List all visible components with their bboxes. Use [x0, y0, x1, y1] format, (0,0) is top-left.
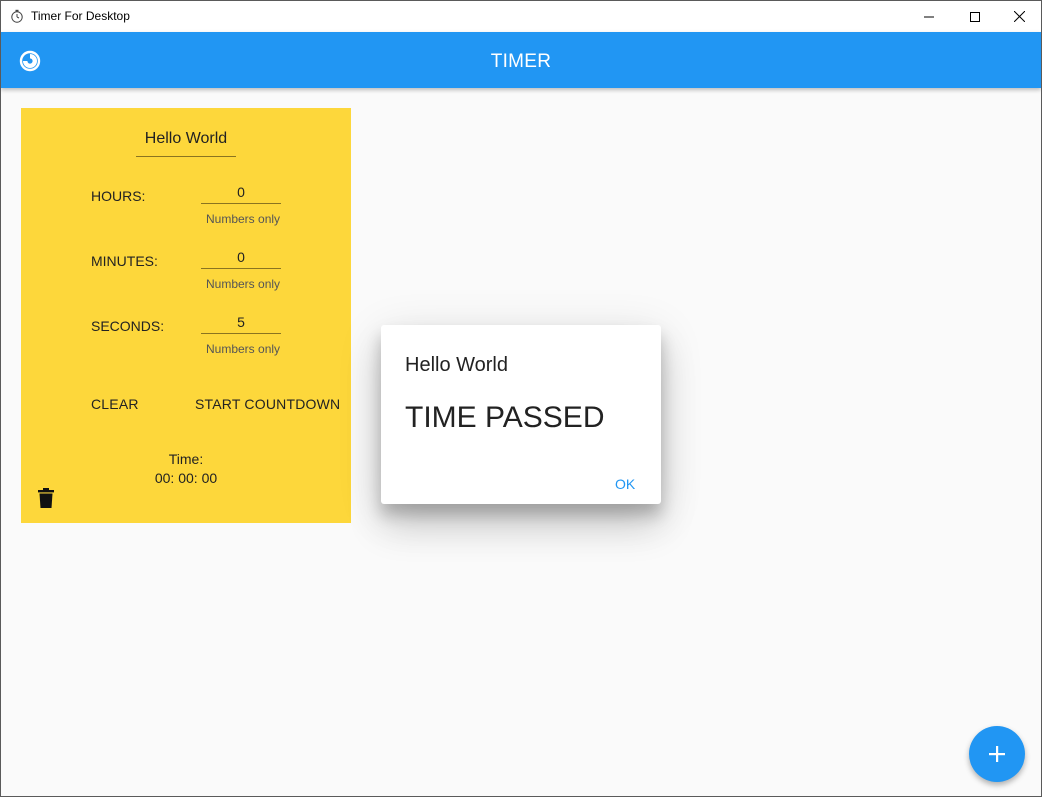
minimize-icon	[924, 16, 934, 17]
minimize-button[interactable]	[906, 1, 952, 32]
dialog-message: TIME PASSED	[405, 401, 605, 434]
window-titlebar[interactable]: Timer For Desktop	[1, 1, 1041, 32]
maximize-button[interactable]	[952, 1, 998, 32]
plus-icon	[989, 746, 1005, 762]
timer-name-field[interactable]: Hello World	[136, 128, 236, 157]
app-window: Timer For Desktop TIMER Hello World HOUR…	[0, 0, 1042, 797]
hours-helper-text: Numbers only	[206, 212, 281, 226]
dialog-title: Hello World	[405, 354, 508, 376]
start-countdown-button[interactable]: START COUNTDOWN	[195, 396, 340, 412]
stopwatch-icon	[11, 9, 23, 23]
trash-icon[interactable]	[38, 488, 54, 508]
close-button[interactable]	[996, 1, 1041, 32]
window-title: Timer For Desktop	[31, 9, 130, 23]
timer-card: Hello World HOURS: 0 Numbers only MINUTE…	[21, 108, 351, 523]
hours-input[interactable]: 0	[201, 183, 281, 204]
seconds-label: SECONDS:	[91, 318, 165, 334]
close-icon	[1013, 11, 1025, 22]
dialog-ok-button[interactable]: OK	[615, 476, 635, 492]
time-label: Time:	[168, 451, 204, 467]
minutes-input[interactable]: 0	[201, 248, 281, 269]
seconds-input[interactable]: 5	[201, 313, 281, 334]
maximize-icon	[970, 11, 980, 22]
minutes-label: MINUTES:	[91, 253, 158, 269]
seconds-helper-text: Numbers only	[206, 342, 281, 356]
minutes-helper-text: Numbers only	[206, 277, 281, 291]
time-value: 00: 00: 00	[154, 470, 218, 486]
app-title: TIMER	[490, 51, 552, 72]
hours-label: HOURS:	[91, 188, 146, 204]
add-timer-button[interactable]	[969, 726, 1025, 782]
clear-button[interactable]: CLEAR	[91, 396, 139, 412]
alert-dialog: Hello World TIME PASSED OK	[381, 325, 661, 504]
app-bar: TIMER	[1, 32, 1041, 88]
